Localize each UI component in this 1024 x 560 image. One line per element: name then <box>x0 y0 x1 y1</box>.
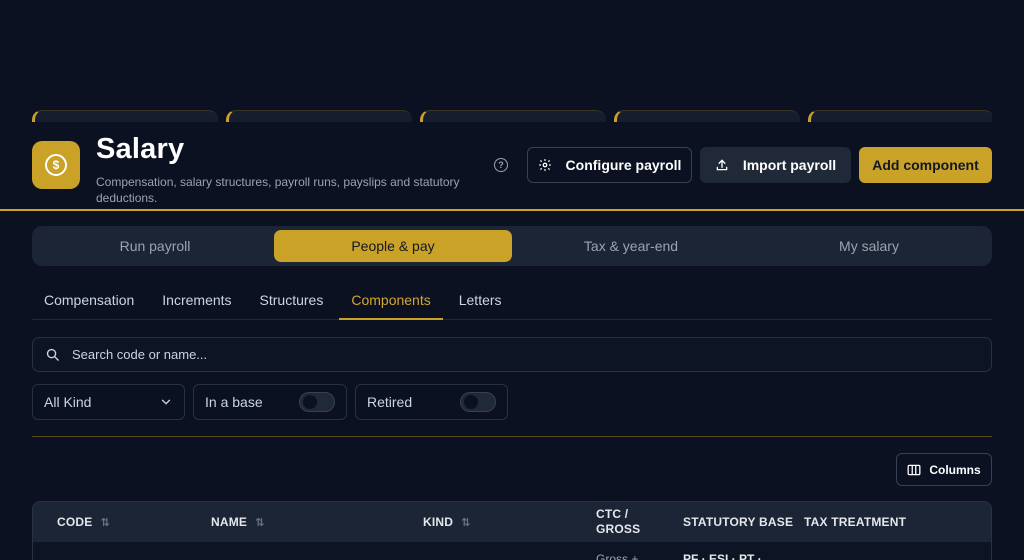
column-header-statutory-label: STATUTORY BASE <box>683 515 794 529</box>
tab-run-payroll[interactable]: Run payroll <box>36 230 274 262</box>
columns-button[interactable]: Columns <box>896 453 992 486</box>
stat-card <box>808 110 992 122</box>
cell-statutory-base: PF · ESI · PT · <box>683 552 762 560</box>
table-row[interactable]: Gross + PF · ESI · PT · <box>33 542 991 560</box>
subtab-structures[interactable]: Structures <box>248 286 336 320</box>
column-header-ctc-line1: CTC / <box>596 507 629 521</box>
sort-icon: ⇅ <box>100 516 110 529</box>
configure-payroll-label: Configure payroll <box>565 157 682 173</box>
stat-card <box>614 110 800 122</box>
retired-filter: Retired <box>355 384 508 420</box>
tab-my-salary[interactable]: My salary <box>750 230 988 262</box>
sort-icon: ⇅ <box>255 516 265 529</box>
retired-label: Retired <box>367 394 413 410</box>
subtab-components[interactable]: Components <box>339 286 443 320</box>
column-header-ctc-gross: CTC / GROSS <box>596 502 640 542</box>
in-a-base-filter: In a base <box>193 384 347 420</box>
search-input[interactable] <box>72 347 952 362</box>
table-header: CODE ⇅ NAME ⇅ KIND ⇅ CTC / GROSS STATUTORY … <box>33 502 991 542</box>
header-divider <box>0 209 1024 211</box>
tab-tax-and-year-end[interactable]: Tax & year-end <box>512 230 750 262</box>
column-header-name-label: NAME <box>211 515 248 529</box>
subtab-compensation[interactable]: Compensation <box>32 286 146 320</box>
sort-icon: ⇅ <box>461 516 471 529</box>
column-header-code-label: CODE <box>57 515 93 529</box>
cell-ctc-gross: Gross + <box>596 552 639 560</box>
help-circle-icon[interactable]: ? <box>494 158 508 172</box>
gear-icon <box>538 158 552 172</box>
configure-payroll-button[interactable]: Configure payroll <box>527 147 692 183</box>
subtab-increments[interactable]: Increments <box>150 286 243 320</box>
components-table: CODE ⇅ NAME ⇅ KIND ⇅ CTC / GROSS STATUTORY … <box>32 501 992 560</box>
toggle-knob <box>303 395 317 409</box>
stat-cards-strip <box>32 110 992 122</box>
kind-select-value: All Kind <box>44 394 92 410</box>
column-header-tax-label: TAX TREATMENT <box>804 515 907 529</box>
stat-card <box>32 110 218 122</box>
columns-icon <box>907 464 921 476</box>
import-payroll-label: Import payroll <box>742 157 837 173</box>
upload-icon <box>715 158 729 172</box>
add-component-button[interactable]: Add component <box>859 147 992 183</box>
page-subtitle: Compensation, salary structures, payroll… <box>96 175 460 205</box>
chevron-down-icon <box>159 395 173 409</box>
page-title: Salary <box>96 133 185 165</box>
toggle-knob <box>464 395 478 409</box>
column-header-kind[interactable]: KIND ⇅ <box>423 502 471 542</box>
columns-label: Columns <box>929 462 981 477</box>
subtab-letters[interactable]: Letters <box>447 286 514 320</box>
sub-tabs: Compensation Increments Structures Compo… <box>32 286 992 320</box>
search-icon <box>45 347 60 362</box>
filters-divider <box>32 436 992 437</box>
title-block: Salary Compensation, salary structures, … <box>96 133 486 206</box>
tab-people-and-pay[interactable]: People & pay <box>274 230 512 262</box>
in-a-base-label: In a base <box>205 394 263 410</box>
in-a-base-toggle[interactable] <box>299 392 335 412</box>
column-header-tax-treatment: TAX TREATMENT <box>804 502 906 542</box>
column-header-statutory-base: STATUTORY BASE <box>683 502 793 542</box>
salary-logo: $ <box>32 141 80 189</box>
column-header-ctc-line2: GROSS <box>596 522 641 536</box>
page-header: $ Salary Compensation, salary structures… <box>32 135 992 205</box>
kind-select[interactable]: All Kind <box>32 384 185 420</box>
column-header-name[interactable]: NAME ⇅ <box>211 502 265 542</box>
stat-card <box>420 110 606 122</box>
stat-card <box>226 110 412 122</box>
search-box <box>32 337 992 372</box>
dollar-circle-icon: $ <box>45 154 67 176</box>
column-header-kind-label: KIND <box>423 515 454 529</box>
retired-toggle[interactable] <box>460 392 496 412</box>
column-header-code[interactable]: CODE ⇅ <box>57 502 110 542</box>
main-tabs: Run payroll People & pay Tax & year-end … <box>32 226 992 266</box>
import-payroll-button[interactable]: Import payroll <box>700 147 851 183</box>
add-component-label: Add component <box>872 157 979 173</box>
